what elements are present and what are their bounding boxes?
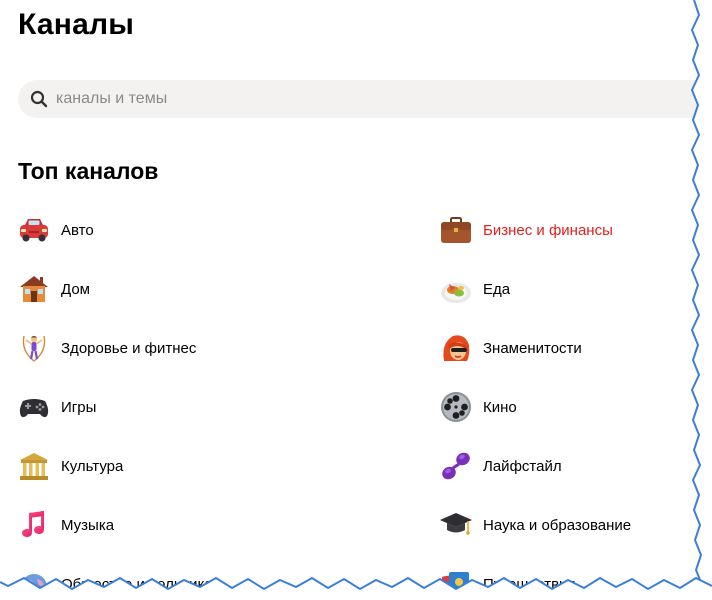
top-channels-title: Топ каналов — [18, 158, 159, 184]
channel-item-health-fitness[interactable]: Здоровье и фитнес — [16, 326, 196, 370]
travel-map-icon — [438, 566, 474, 600]
channel-item-cinema[interactable]: Кино — [438, 385, 517, 429]
globe-icon — [16, 566, 52, 600]
channel-label: Знаменитости — [483, 339, 582, 357]
music-note-icon — [16, 507, 52, 543]
channel-label: Авто — [61, 221, 94, 239]
channel-item-travel[interactable]: Путешествия — [438, 562, 576, 600]
food-plate-icon — [438, 271, 474, 307]
channel-label: Бизнес и финансы — [483, 221, 613, 239]
channel-label: Лайфстайл — [483, 457, 562, 475]
gamepad-icon — [16, 389, 52, 425]
search-input[interactable] — [54, 89, 658, 109]
search-bar[interactable] — [18, 80, 698, 118]
channel-item-society-politics[interactable]: Общество и политика — [16, 562, 213, 600]
channel-label: Кино — [483, 398, 517, 416]
graduation-cap-icon — [438, 507, 474, 543]
car-icon — [16, 212, 52, 248]
sunglasses-icon — [438, 448, 474, 484]
channel-label: Еда — [483, 280, 511, 298]
channel-item-home[interactable]: Дом — [16, 267, 90, 311]
channel-item-games[interactable]: Игры — [16, 385, 96, 429]
museum-icon — [16, 448, 52, 484]
channel-item-culture[interactable]: Культура — [16, 444, 123, 488]
celebrity-icon — [438, 330, 474, 366]
channel-item-food[interactable]: Еда — [438, 267, 510, 311]
jump-rope-person-icon — [16, 330, 52, 366]
search-icon — [30, 90, 48, 108]
channel-label: Путешествия — [483, 575, 576, 593]
channel-label: Музыка — [61, 516, 115, 534]
channel-item-lifestyle[interactable]: Лайфстайл — [438, 444, 562, 488]
channel-item-auto[interactable]: Авто — [16, 208, 94, 252]
channel-label: Дом — [61, 280, 90, 298]
channel-item-business-finance[interactable]: Бизнес и финансы — [438, 208, 613, 252]
channel-item-celebrities[interactable]: Знаменитости — [438, 326, 582, 370]
channel-label: Общество и политика — [61, 575, 213, 593]
channel-label: Наука и образование — [483, 516, 632, 534]
page-title: Каналы — [18, 8, 135, 41]
channel-item-music[interactable]: Музыка — [16, 503, 114, 547]
channel-item-science-education[interactable]: Наука и образование — [438, 503, 631, 547]
channel-label: Игры — [61, 398, 97, 416]
briefcase-icon — [438, 212, 474, 248]
house-icon — [16, 271, 52, 307]
channel-label: Культура — [61, 457, 124, 475]
film-reel-icon — [438, 389, 474, 425]
channels-page: Каналы Топ каналов — [0, 0, 712, 600]
channel-label: Здоровье и фитнес — [61, 339, 197, 357]
